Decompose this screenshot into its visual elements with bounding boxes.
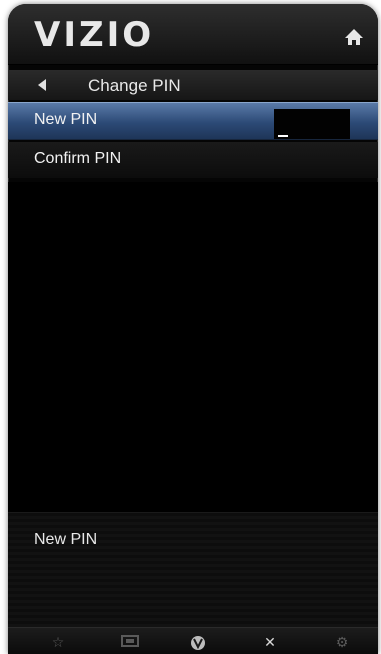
close-icon[interactable]: ✕ [260,634,280,650]
new-pin-input[interactable] [274,109,350,139]
tv-menu-frame: VIZIO Change PIN New PIN Confirm PIN New… [8,4,378,654]
header-bar: VIZIO [8,4,378,65]
help-text: New PIN [34,531,98,548]
menu-content-empty [8,182,378,512]
vizio-v-icon[interactable] [188,634,208,650]
breadcrumb[interactable]: Change PIN [8,70,378,100]
back-arrow-icon[interactable] [38,79,46,91]
vizio-logo: VIZIO [34,15,155,55]
menu-item-confirm-pin[interactable]: Confirm PIN [8,142,378,178]
text-cursor [278,135,288,137]
menu-item-label: Confirm PIN [34,150,122,167]
home-icon[interactable] [344,28,364,46]
screen-icon[interactable] [120,634,140,650]
menu-item-label: New PIN [34,111,98,128]
star-icon[interactable]: ☆ [48,634,68,650]
help-panel: New PIN [8,512,378,628]
gear-icon[interactable]: ⚙ [332,634,352,650]
page-title: Change PIN [88,76,181,95]
menu-item-new-pin[interactable]: New PIN [8,102,378,140]
